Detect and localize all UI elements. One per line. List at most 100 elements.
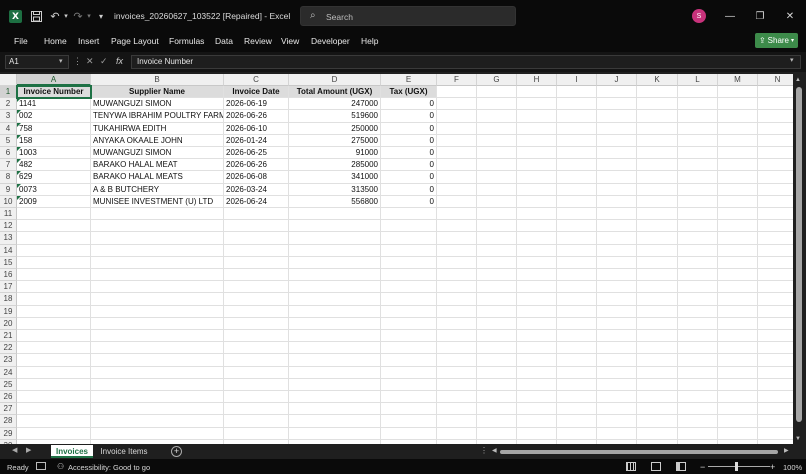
cancel-icon[interactable]: ✕	[86, 56, 94, 67]
table-cell[interactable]	[17, 378, 91, 391]
table-cell[interactable]	[477, 98, 517, 111]
customize-toolbar-icon[interactable]: ▾	[97, 9, 105, 23]
table-cell[interactable]	[758, 86, 793, 99]
table-cell[interactable]	[437, 147, 477, 160]
table-cell[interactable]	[477, 183, 517, 196]
table-cell[interactable]	[678, 366, 718, 379]
expand-formula-bar-icon[interactable]: ▾	[790, 56, 794, 64]
table-cell[interactable]	[637, 330, 678, 343]
table-cell[interactable]	[678, 391, 718, 404]
zoom-slider[interactable]	[708, 466, 770, 467]
search-input[interactable]: ⌕ Search	[300, 6, 516, 26]
table-cell[interactable]: 0	[381, 171, 437, 184]
table-cell[interactable]	[517, 256, 557, 269]
table-cell[interactable]	[477, 415, 517, 428]
table-cell[interactable]	[224, 354, 289, 367]
table-cell[interactable]	[224, 220, 289, 233]
table-cell[interactable]	[437, 98, 477, 111]
table-cell[interactable]	[289, 354, 381, 367]
table-cell[interactable]: 341000	[289, 171, 381, 184]
table-cell[interactable]	[477, 208, 517, 221]
table-cell[interactable]	[718, 171, 758, 184]
table-cell[interactable]	[718, 244, 758, 257]
table-cell[interactable]	[557, 403, 597, 416]
column-header-k[interactable]: K	[637, 74, 678, 86]
table-cell[interactable]	[758, 342, 793, 355]
table-cell[interactable]	[597, 244, 637, 257]
table-cell[interactable]: 482	[17, 159, 91, 172]
table-cell[interactable]	[437, 195, 477, 208]
table-cell[interactable]	[477, 427, 517, 440]
table-cell[interactable]: 2026-06-19	[224, 98, 289, 111]
row-header-7[interactable]: 7	[0, 159, 17, 172]
table-cell[interactable]	[678, 354, 718, 367]
table-cell[interactable]	[718, 232, 758, 245]
table-cell[interactable]	[224, 342, 289, 355]
table-cell[interactable]	[758, 135, 793, 147]
table-cell[interactable]: 0	[381, 134, 437, 147]
row-header-20[interactable]: 20	[0, 317, 17, 330]
table-cell[interactable]: 2026-06-10	[224, 122, 289, 135]
table-cell[interactable]	[17, 342, 91, 355]
table-cell[interactable]	[637, 220, 678, 233]
table-cell[interactable]	[678, 98, 718, 111]
table-cell[interactable]	[477, 244, 517, 257]
table-cell[interactable]	[718, 256, 758, 269]
column-header-b[interactable]: B	[91, 74, 224, 86]
table-cell[interactable]	[289, 232, 381, 245]
table-cell[interactable]	[91, 232, 224, 245]
menu-home[interactable]: Home	[44, 36, 67, 46]
table-cell[interactable]	[637, 256, 678, 269]
table-cell[interactable]	[17, 281, 91, 294]
avatar[interactable]: S	[692, 9, 706, 23]
table-cell[interactable]: 002	[17, 110, 91, 123]
table-cell[interactable]	[597, 98, 637, 111]
table-cell[interactable]	[437, 244, 477, 257]
table-cell[interactable]	[91, 391, 224, 404]
table-cell[interactable]	[517, 208, 557, 221]
table-cell[interactable]	[637, 86, 678, 99]
table-cell[interactable]	[718, 134, 758, 147]
row-header-15[interactable]: 15	[0, 256, 17, 269]
table-cell[interactable]	[517, 183, 557, 196]
table-cell[interactable]	[437, 134, 477, 147]
table-cell[interactable]	[477, 281, 517, 294]
table-header-cell[interactable]: Total Amount (UGX)	[289, 86, 381, 99]
table-cell[interactable]: 2026-06-26	[224, 110, 289, 123]
table-cell[interactable]	[718, 269, 758, 282]
table-cell[interactable]: 0	[381, 159, 437, 172]
table-cell[interactable]	[437, 391, 477, 404]
table-cell[interactable]	[678, 305, 718, 318]
table-cell[interactable]	[557, 220, 597, 233]
table-cell[interactable]	[758, 232, 793, 245]
row-header-11[interactable]: 11	[0, 208, 17, 221]
menu-insert[interactable]: Insert	[78, 36, 99, 46]
table-cell[interactable]	[381, 415, 437, 428]
table-cell[interactable]: 0	[381, 110, 437, 123]
table-cell[interactable]: 0	[381, 183, 437, 196]
table-cell[interactable]: 556800	[289, 195, 381, 208]
table-cell[interactable]	[758, 184, 793, 196]
table-cell[interactable]	[289, 330, 381, 343]
row-header-9[interactable]: 9	[0, 183, 17, 196]
table-cell[interactable]: 0	[381, 195, 437, 208]
table-cell[interactable]	[224, 293, 289, 306]
column-header-i[interactable]: I	[557, 74, 597, 86]
table-cell[interactable]	[289, 317, 381, 330]
table-cell[interactable]	[678, 293, 718, 306]
table-cell[interactable]	[637, 147, 678, 160]
scroll-right-icon[interactable]: ▶	[784, 447, 789, 454]
table-cell[interactable]	[517, 232, 557, 245]
row-header-17[interactable]: 17	[0, 281, 17, 294]
macro-record-icon[interactable]	[36, 462, 46, 470]
normal-view-icon[interactable]	[626, 462, 636, 471]
table-cell[interactable]	[758, 281, 793, 294]
menu-view[interactable]: View	[281, 36, 299, 46]
table-cell[interactable]: A & B BUTCHERY	[91, 183, 224, 196]
table-cell[interactable]	[557, 122, 597, 135]
menu-formulas[interactable]: Formulas	[169, 36, 204, 46]
table-cell[interactable]	[517, 342, 557, 355]
table-cell[interactable]	[678, 171, 718, 184]
table-cell[interactable]	[597, 281, 637, 294]
table-cell[interactable]	[224, 391, 289, 404]
